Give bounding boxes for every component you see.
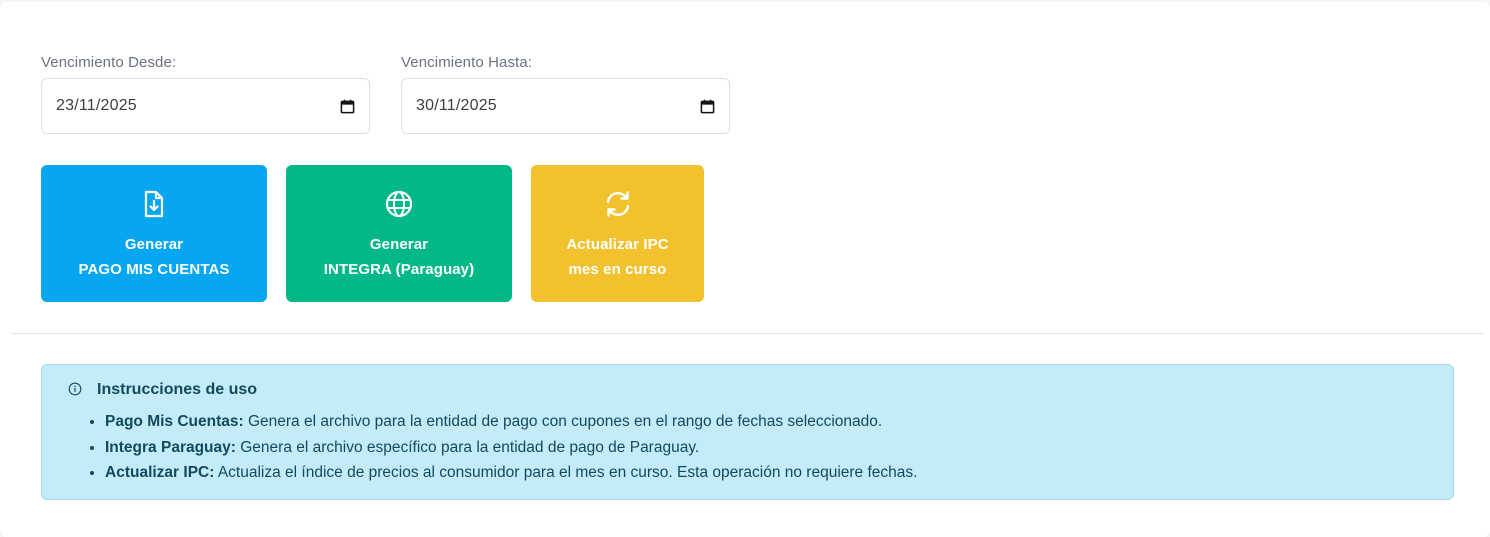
calendar-icon[interactable]	[340, 99, 355, 114]
instruction-term: Pago Mis Cuentas:	[105, 413, 244, 430]
section-divider	[11, 333, 1484, 334]
instruction-term: Actualizar IPC:	[105, 464, 215, 481]
file-download-icon	[144, 190, 164, 218]
vencimiento-desde-label: Vencimiento Desde:	[41, 54, 177, 71]
instructions-title-row: Instrucciones de uso	[68, 381, 257, 399]
vencimiento-hasta-group: Vencimiento Hasta: 30/11/2025	[401, 54, 730, 134]
button-line-1: Generar	[124, 236, 184, 253]
calendar-icon[interactable]	[700, 99, 715, 114]
instruction-text: Genera el archivo para la entidad de pag…	[243, 413, 883, 430]
list-item: Integra Paraguay: Genera el archivo espe…	[105, 435, 917, 461]
vencimiento-hasta-label: Vencimiento Hasta:	[401, 54, 533, 71]
vencimiento-hasta-value: 30/11/2025	[416, 97, 497, 114]
list-item: Actualizar IPC: Actualiza el índice de p…	[105, 460, 917, 486]
actualizar-ipc-button[interactable]: Actualizar IPC mes en curso	[531, 165, 704, 302]
vencimiento-hasta-input[interactable]: 30/11/2025	[401, 78, 730, 134]
instructions-list: Pago Mis Cuentas: Genera el archivo para…	[70, 409, 917, 486]
button-line-1: Generar	[369, 236, 429, 253]
list-item: Pago Mis Cuentas: Genera el archivo para…	[105, 409, 917, 435]
info-circle-icon	[68, 382, 82, 395]
button-line-2: PAGO MIS CUENTAS	[78, 261, 230, 278]
instruction-text: Genera el archivo específico para la ent…	[235, 438, 700, 456]
vencimiento-desde-value: 23/11/2025	[56, 97, 137, 114]
refresh-icon	[606, 191, 629, 217]
button-line-2: INTEGRA (Paraguay)	[323, 261, 475, 278]
vencimiento-desde-input[interactable]: 23/11/2025	[41, 78, 370, 134]
instructions-title: Instrucciones de uso	[97, 381, 258, 398]
generar-pago-mis-cuentas-button[interactable]: Generar PAGO MIS CUENTAS	[41, 165, 267, 302]
vencimiento-desde-group: Vencimiento Desde: 23/11/2025	[41, 54, 370, 134]
instruction-text: Actualiza el índice de precios al consum…	[214, 464, 918, 481]
generar-integra-paraguay-button[interactable]: Generar INTEGRA (Paraguay)	[286, 165, 512, 302]
button-line-1: Actualizar IPC	[566, 236, 669, 253]
instructions-alert: Instrucciones de uso Pago Mis Cuentas: G…	[41, 364, 1454, 500]
globe-icon	[385, 190, 413, 218]
instruction-term: Integra Paraguay:	[105, 438, 236, 456]
main-card: Vencimiento Desde: 23/11/2025 Vencimient…	[0, 2, 1490, 537]
button-line-2: mes en curso	[568, 261, 667, 278]
